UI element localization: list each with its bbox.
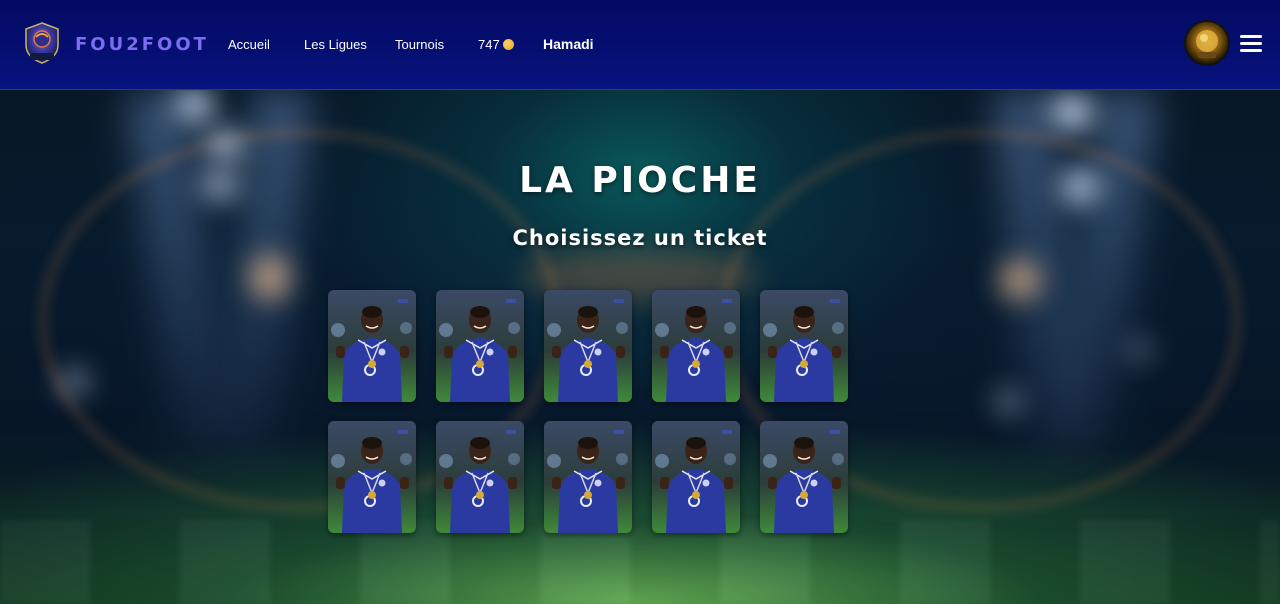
nav-link-tournois[interactable]: Tournois — [395, 37, 444, 52]
player-photo — [544, 290, 632, 402]
ticket-card-1[interactable] — [328, 290, 416, 402]
player-photo — [760, 290, 848, 402]
coin-balance: 747 — [478, 37, 514, 52]
page-title: LA PIOCHE — [519, 160, 761, 201]
ticket-card-9[interactable] — [652, 421, 740, 533]
ticket-card-10[interactable] — [760, 421, 848, 533]
player-photo — [652, 290, 740, 402]
page-subtitle: Choisissez un ticket — [512, 226, 768, 250]
user-avatar[interactable] — [1184, 20, 1230, 66]
username-link[interactable]: Hamadi — [543, 36, 594, 52]
coin-icon — [502, 39, 514, 50]
player-photo — [760, 421, 848, 533]
logo-shield-icon — [25, 22, 59, 64]
nav-link-les-ligues[interactable]: Les Ligues — [304, 37, 367, 52]
ticket-card-5[interactable] — [760, 290, 848, 402]
ticket-card-7[interactable] — [436, 421, 524, 533]
golden-ball-icon — [1196, 30, 1218, 58]
player-photo — [544, 421, 632, 533]
ticket-card-6[interactable] — [328, 421, 416, 533]
player-photo — [328, 290, 416, 402]
player-photo — [652, 421, 740, 533]
ticket-card-4[interactable] — [652, 290, 740, 402]
player-photo — [328, 421, 416, 533]
ticket-card-2[interactable] — [436, 290, 524, 402]
coin-count: 747 — [478, 37, 500, 52]
player-photo — [436, 421, 524, 533]
player-photo — [436, 290, 524, 402]
ticket-grid — [328, 290, 953, 533]
brand-name[interactable]: FOU2FOOT — [75, 34, 209, 55]
nav-link-accueil[interactable]: Accueil — [228, 37, 270, 52]
ticket-card-3[interactable] — [544, 290, 632, 402]
top-navbar: FOU2FOOT Accueil Les Ligues Tournois 747… — [0, 0, 1280, 90]
hamburger-menu-icon[interactable] — [1240, 35, 1262, 53]
site-logo[interactable] — [22, 21, 62, 65]
ticket-card-8[interactable] — [544, 421, 632, 533]
